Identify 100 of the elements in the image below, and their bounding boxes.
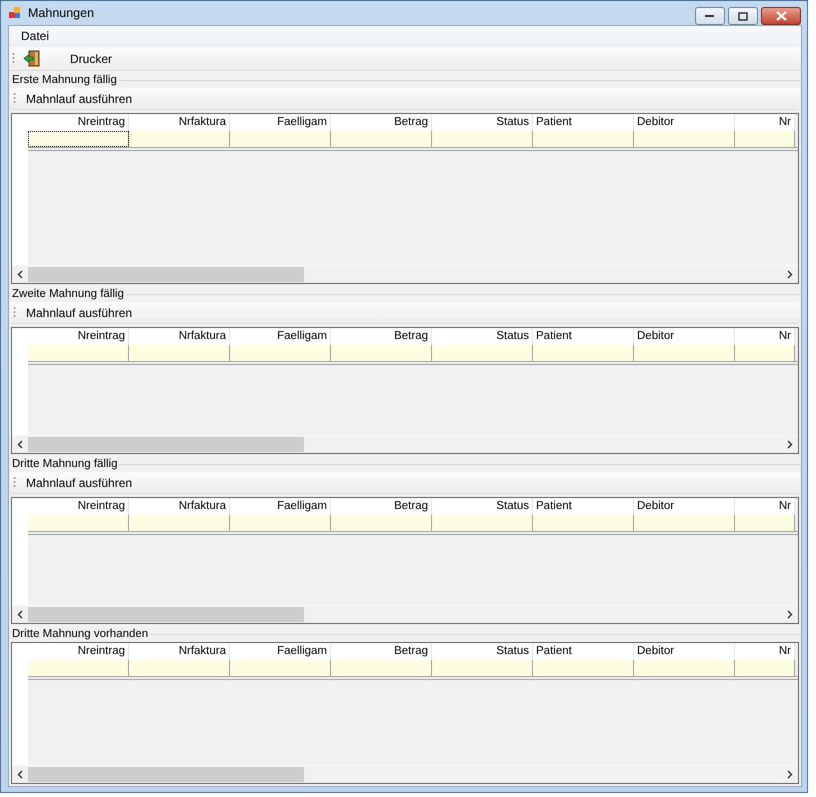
close-icon [776, 11, 786, 21]
column-header[interactable]: Status [432, 114, 533, 131]
column-header[interactable]: Patient [533, 643, 634, 660]
scroll-right-icon[interactable] [787, 440, 793, 449]
column-header[interactable]: Faelligam [230, 328, 331, 345]
table-cell[interactable] [230, 660, 331, 676]
table-cell[interactable] [331, 660, 432, 676]
column-header[interactable]: Betrag [331, 328, 432, 345]
table-cell[interactable] [331, 345, 432, 361]
table-cell[interactable] [28, 515, 129, 531]
column-header[interactable]: Debitor [634, 643, 735, 660]
column-header[interactable]: Nrfaktura [129, 114, 230, 131]
table-cell[interactable] [129, 345, 230, 361]
column-header[interactable]: Nr [735, 328, 795, 345]
column-header[interactable]: Faelligam [230, 114, 331, 131]
grip-icon [13, 306, 16, 320]
column-header[interactable]: Nrfaktura [129, 328, 230, 345]
run-dunning-button[interactable]: Mahnlauf ausführen [20, 302, 138, 322]
group-title: Erste Mahnung fällig [12, 74, 118, 86]
minimize-icon [705, 14, 715, 18]
column-header[interactable]: Nr [735, 643, 795, 660]
column-header[interactable]: Nrfaktura [129, 643, 230, 660]
table-cell[interactable] [432, 660, 533, 676]
column-header[interactable]: Debitor [634, 328, 735, 345]
maximize-icon [738, 12, 748, 20]
column-header[interactable]: Faelligam [230, 498, 331, 515]
table-cell[interactable] [735, 345, 795, 361]
scroll-left-icon[interactable] [17, 440, 23, 449]
scroll-thumb[interactable] [28, 767, 304, 782]
table-cell[interactable] [634, 660, 735, 676]
table-cell[interactable] [634, 345, 735, 361]
table-cell[interactable] [129, 515, 230, 531]
column-header[interactable]: Debitor [634, 114, 735, 131]
scroll-left-icon[interactable] [17, 770, 23, 779]
scroll-right-icon[interactable] [787, 610, 793, 619]
column-header[interactable]: Patient [533, 114, 634, 131]
printer-button[interactable]: Drucker [19, 48, 116, 68]
column-header[interactable]: Nrfaktura [129, 498, 230, 515]
column-header[interactable]: Nreintrag [28, 328, 129, 345]
column-header[interactable]: Patient [533, 498, 634, 515]
table-cell[interactable] [331, 515, 432, 531]
table-cell[interactable] [533, 660, 634, 676]
table-cell[interactable] [533, 515, 634, 531]
column-header[interactable]: Nreintrag [28, 643, 129, 660]
door-exit-icon [23, 50, 40, 67]
column-header[interactable]: Status [432, 498, 533, 515]
minimize-button[interactable] [695, 7, 725, 25]
table-cell[interactable] [735, 660, 795, 676]
table-cell[interactable] [634, 131, 735, 147]
column-header[interactable]: Betrag [331, 643, 432, 660]
table-cell[interactable] [230, 131, 331, 147]
table-cell[interactable] [28, 131, 129, 147]
column-header[interactable]: Status [432, 328, 533, 345]
column-header[interactable]: Nreintrag [28, 114, 129, 131]
table-cell[interactable] [735, 131, 795, 147]
scroll-right-icon[interactable] [787, 770, 793, 779]
table-cell[interactable] [432, 515, 533, 531]
scroll-left-icon[interactable] [17, 610, 23, 619]
grip-icon [12, 52, 15, 66]
scroll-thumb[interactable] [28, 437, 304, 452]
column-header[interactable]: Faelligam [230, 643, 331, 660]
scroll-thumb[interactable] [28, 607, 304, 622]
horizontal-scrollbar[interactable] [12, 435, 798, 453]
column-header[interactable]: Status [432, 643, 533, 660]
horizontal-scrollbar[interactable] [12, 605, 798, 623]
scroll-right-icon[interactable] [787, 270, 793, 279]
horizontal-scrollbar[interactable] [12, 765, 798, 783]
group-title: Zweite Mahnung fällig [12, 288, 125, 300]
table-cell[interactable] [331, 131, 432, 147]
table-cell[interactable] [533, 131, 634, 147]
column-header[interactable]: Nr [735, 114, 795, 131]
menu-item[interactable]: Datei [9, 29, 60, 43]
maximize-button[interactable] [728, 7, 758, 25]
grip-icon [13, 92, 16, 106]
table-cell[interactable] [28, 660, 129, 676]
table-cell[interactable] [129, 131, 230, 147]
horizontal-scrollbar[interactable] [12, 265, 798, 283]
app-icon [8, 6, 22, 20]
window-title: Mahnungen [28, 6, 96, 20]
table-cell[interactable] [735, 515, 795, 531]
scroll-thumb[interactable] [28, 267, 304, 282]
table-cell[interactable] [432, 345, 533, 361]
column-header[interactable]: Betrag [331, 498, 432, 515]
run-dunning-button[interactable]: Mahnlauf ausführen [20, 472, 138, 492]
table-cell[interactable] [28, 345, 129, 361]
column-header[interactable]: Patient [533, 328, 634, 345]
column-header[interactable]: Betrag [331, 114, 432, 131]
grip-icon [13, 476, 16, 490]
table-cell[interactable] [533, 345, 634, 361]
table-cell[interactable] [230, 345, 331, 361]
scroll-left-icon[interactable] [17, 270, 23, 279]
column-header[interactable]: Debitor [634, 498, 735, 515]
close-button[interactable] [761, 7, 801, 25]
table-cell[interactable] [129, 660, 230, 676]
table-cell[interactable] [230, 515, 331, 531]
run-dunning-button[interactable]: Mahnlauf ausführen [20, 88, 138, 108]
table-cell[interactable] [432, 131, 533, 147]
column-header[interactable]: Nreintrag [28, 498, 129, 515]
column-header[interactable]: Nr [735, 498, 795, 515]
table-cell[interactable] [634, 515, 735, 531]
